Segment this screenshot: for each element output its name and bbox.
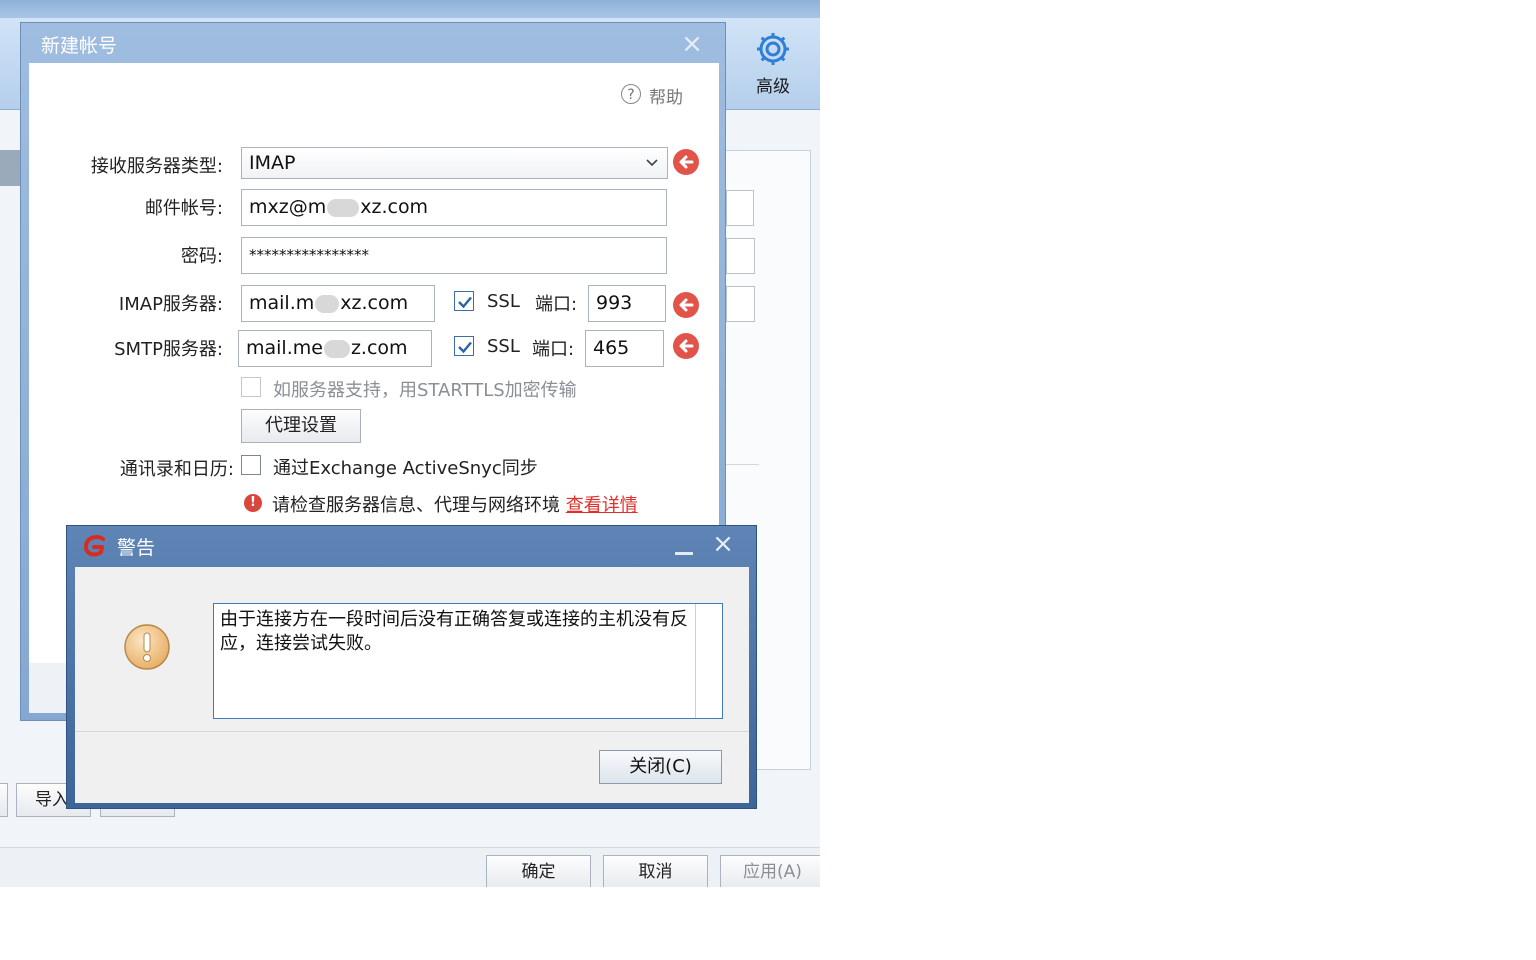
imap-ssl-label: SSL bbox=[487, 291, 520, 312]
divider bbox=[726, 464, 759, 465]
help-icon: ? bbox=[621, 84, 641, 104]
imap-port-label: 端口: bbox=[535, 294, 578, 315]
imap-ssl-checkbox[interactable] bbox=[454, 291, 474, 311]
imap-port-field[interactable]: 993 bbox=[588, 285, 666, 322]
settings-field[interactable] bbox=[726, 190, 754, 226]
password-field[interactable]: **************** bbox=[241, 237, 667, 274]
smtp-server-field[interactable]: mail.me z.com bbox=[238, 330, 432, 367]
settings-field[interactable] bbox=[726, 286, 755, 322]
bg-button[interactable] bbox=[0, 783, 8, 817]
close-button[interactable]: 关闭(C) bbox=[599, 750, 722, 784]
proxy-settings-button[interactable]: 代理设置 bbox=[241, 409, 361, 443]
minimize-icon[interactable] bbox=[673, 534, 695, 556]
window-title-strip bbox=[0, 0, 820, 18]
smtp-port-label: 端口: bbox=[532, 339, 575, 360]
error-icon: ! bbox=[244, 494, 262, 512]
settings-footer: 确定 取消 应用(A) bbox=[0, 847, 820, 887]
smtp-ssl-checkbox[interactable] bbox=[454, 336, 474, 356]
warning-dialog: 警告 × 由于连接方在一段时间后没有正确答复或连接的主机没有反应，连接尝试失败。… bbox=[66, 525, 757, 809]
warning-message: 由于连接方在一段时间后没有正确答复或连接的主机没有反应，连接尝试失败。 bbox=[213, 603, 723, 719]
imap-server-label: IMAP服务器: bbox=[118, 294, 223, 315]
redacted-mask bbox=[327, 198, 360, 217]
warning-title: 警告 bbox=[117, 537, 156, 559]
help-link[interactable]: ? 帮助 bbox=[621, 83, 683, 108]
back-arrow-icon[interactable] bbox=[673, 292, 699, 318]
warning-icon bbox=[124, 624, 170, 670]
app-logo-icon bbox=[83, 535, 105, 557]
activesync-label: 通过Exchange ActiveSnyc同步 bbox=[273, 458, 538, 479]
sidebar-selected-item[interactable] bbox=[0, 150, 22, 186]
apply-button[interactable]: 应用(A) bbox=[720, 855, 820, 887]
back-arrow-icon[interactable] bbox=[673, 149, 699, 175]
email-field[interactable]: mxz@m xz.com bbox=[241, 189, 667, 226]
back-arrow-icon[interactable] bbox=[673, 333, 699, 359]
smtp-ssl-label: SSL bbox=[487, 336, 520, 357]
close-icon[interactable]: × bbox=[711, 531, 735, 557]
starttls-label: 如服务器支持，用STARTTLS加密传输 bbox=[273, 380, 577, 401]
cancel-button[interactable]: 取消 bbox=[603, 855, 708, 887]
divider bbox=[75, 731, 749, 732]
email-label: 邮件帐号: bbox=[144, 198, 223, 219]
view-details-link[interactable]: 查看详情 bbox=[566, 495, 638, 516]
dialog-title: 新建帐号 bbox=[41, 35, 118, 57]
redacted-mask bbox=[315, 294, 340, 313]
gear-icon bbox=[757, 33, 789, 65]
check-icon bbox=[458, 341, 472, 354]
settings-field[interactable] bbox=[726, 238, 755, 274]
smtp-server-label: SMTP服务器: bbox=[114, 339, 223, 360]
smtp-port-field[interactable]: 465 bbox=[585, 330, 664, 367]
advanced-button[interactable]: 高级 bbox=[740, 30, 806, 102]
contacts-calendar-label: 通讯录和日历: bbox=[119, 459, 234, 480]
advanced-label: 高级 bbox=[756, 77, 790, 97]
password-label: 密码: bbox=[180, 246, 223, 267]
error-message: 请检查服务器信息、代理与网络环境 查看详情 bbox=[272, 495, 638, 516]
message-scrollbar[interactable] bbox=[695, 604, 696, 718]
server-type-select[interactable]: IMAP bbox=[241, 147, 668, 179]
starttls-checkbox[interactable] bbox=[241, 377, 261, 397]
ok-button[interactable]: 确定 bbox=[486, 855, 591, 887]
redacted-mask bbox=[323, 339, 350, 358]
imap-server-field[interactable]: mail.m xz.com bbox=[241, 285, 435, 322]
warning-body: 由于连接方在一段时间后没有正确答复或连接的主机没有反应，连接尝试失败。 关闭(C… bbox=[75, 567, 749, 803]
chevron-down-icon bbox=[646, 159, 658, 167]
check-icon bbox=[458, 296, 472, 309]
server-type-label: 接收服务器类型: bbox=[90, 156, 223, 177]
activesync-checkbox[interactable] bbox=[241, 455, 261, 475]
close-icon[interactable]: × bbox=[679, 31, 705, 57]
